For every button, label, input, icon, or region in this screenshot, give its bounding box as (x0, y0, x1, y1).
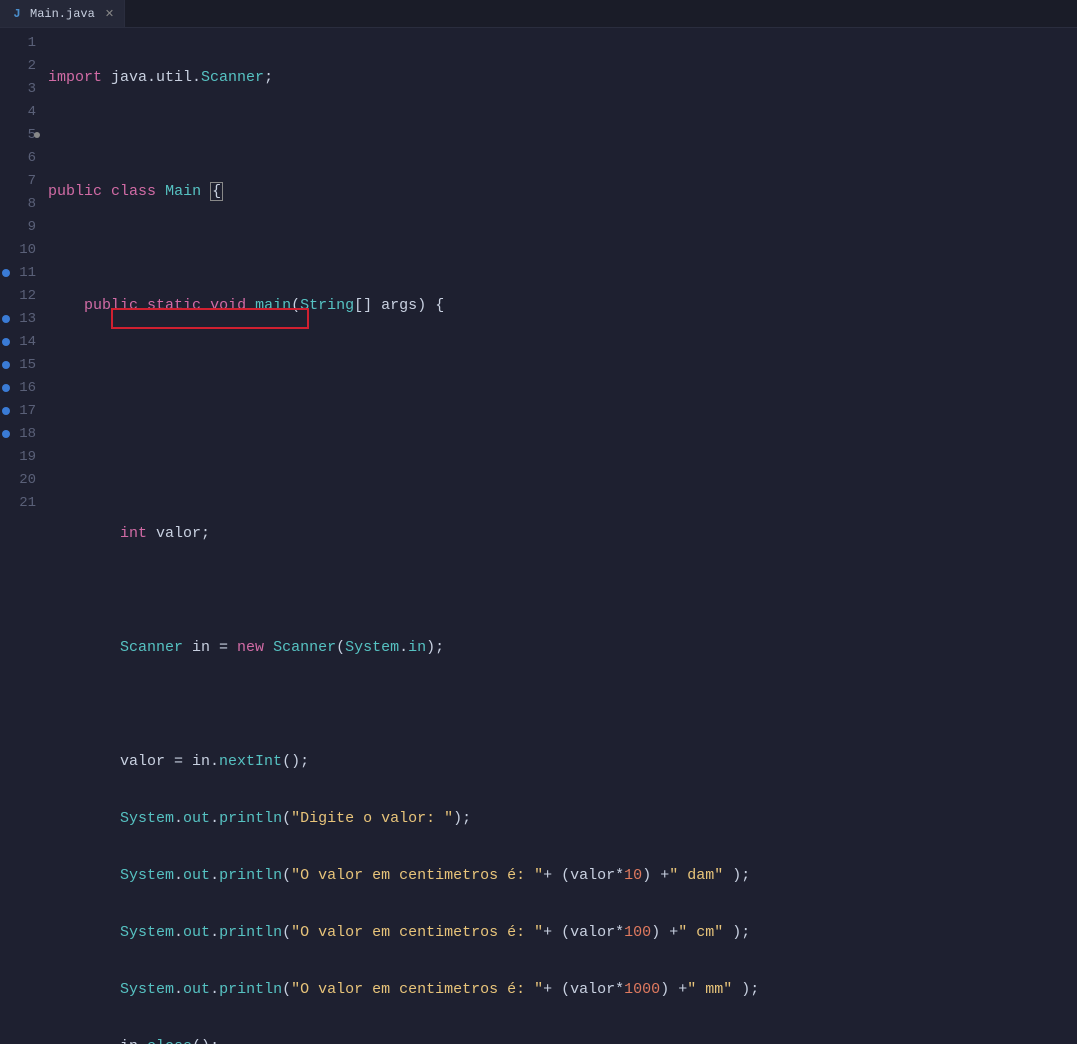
line-number[interactable]: 21 (0, 492, 36, 515)
line-number[interactable]: 12 (0, 285, 36, 308)
tab-filename: Main.java (30, 7, 95, 21)
breakpoint-marker[interactable] (2, 269, 10, 277)
code-line: int valor; (48, 522, 759, 545)
code-line: public static void main(String[] args) { (48, 294, 759, 317)
tab-bar: J Main.java ✕ (0, 0, 1077, 28)
line-number[interactable]: 5 (0, 124, 36, 147)
line-number[interactable]: 4 (0, 101, 36, 124)
code-line: public class Main { (48, 180, 759, 203)
code-area[interactable]: import java.util.Scanner; public class M… (42, 28, 759, 1044)
java-file-icon: J (10, 7, 24, 21)
code-line (48, 465, 759, 488)
code-line: valor = in.nextInt(); (48, 750, 759, 773)
gutter[interactable]: 123456789101112131415161718192021 (0, 28, 42, 1044)
code-line: import java.util.Scanner; (48, 66, 759, 89)
line-number[interactable]: 10 (0, 239, 36, 262)
line-number[interactable]: 7 (0, 170, 36, 193)
code-line (48, 408, 759, 431)
code-line: in.close(); (48, 1035, 759, 1044)
breakpoint-marker[interactable] (2, 384, 10, 392)
breakpoint-marker[interactable] (2, 338, 10, 346)
code-line: System.out.println("O valor em centimetr… (48, 921, 759, 944)
close-icon[interactable]: ✕ (105, 7, 114, 21)
code-line (48, 123, 759, 146)
code-line (48, 579, 759, 602)
breakpoint-marker[interactable] (2, 407, 10, 415)
line-number[interactable]: 8 (0, 193, 36, 216)
line-number[interactable]: 19 (0, 446, 36, 469)
code-editor[interactable]: 123456789101112131415161718192021 import… (0, 28, 1077, 1044)
line-number[interactable]: 9 (0, 216, 36, 239)
code-line: System.out.println("O valor em centimetr… (48, 864, 759, 887)
code-line (48, 693, 759, 716)
breakpoint-marker[interactable] (2, 315, 10, 323)
cursor: { (210, 182, 223, 201)
file-tab[interactable]: J Main.java ✕ (0, 0, 125, 27)
code-line: System.out.println("O valor em centimetr… (48, 978, 759, 1001)
method-marker[interactable] (34, 132, 40, 138)
line-number[interactable]: 6 (0, 147, 36, 170)
line-number[interactable]: 2 (0, 55, 36, 78)
line-number[interactable]: 20 (0, 469, 36, 492)
line-number[interactable]: 1 (0, 32, 36, 55)
code-line (48, 351, 759, 374)
code-line (48, 237, 759, 260)
code-line: System.out.println("Digite o valor: "); (48, 807, 759, 830)
breakpoint-marker[interactable] (2, 430, 10, 438)
line-number[interactable]: 3 (0, 78, 36, 101)
breakpoint-marker[interactable] (2, 361, 10, 369)
code-line: Scanner in = new Scanner(System.in); (48, 636, 759, 659)
